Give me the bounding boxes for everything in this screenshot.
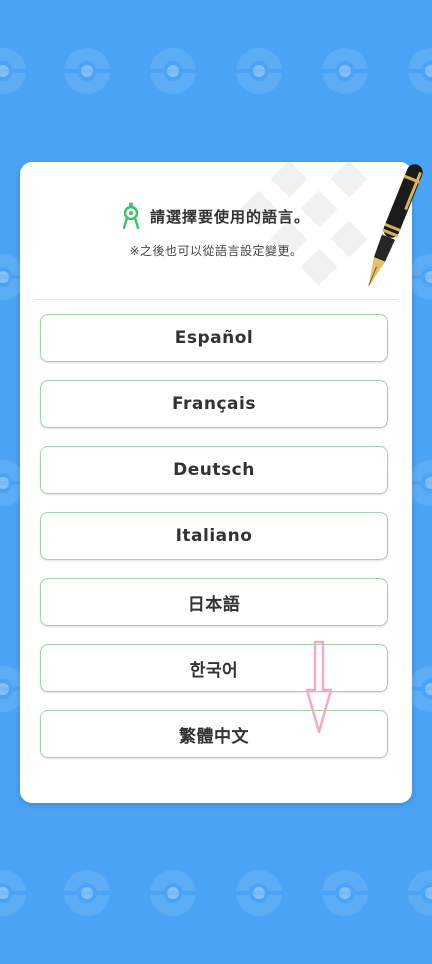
pokeball-pattern-icon: [408, 48, 432, 94]
pokeball-pattern-icon: [322, 48, 368, 94]
pokeball-pattern-icon: [408, 870, 432, 916]
language-button-traditional-chinese[interactable]: 繁體中文: [40, 710, 388, 758]
language-button-french[interactable]: Français: [40, 380, 388, 428]
dialog-subtitle: ※之後也可以從語言設定變更。: [129, 244, 303, 258]
language-button-german[interactable]: Deutsch: [40, 446, 388, 494]
pokeball-pattern-icon: [150, 870, 196, 916]
pokeball-pattern-icon: [236, 48, 282, 94]
compass-icon: [122, 202, 140, 230]
pokeball-pattern-icon: [64, 870, 110, 916]
fountain-pen-icon: [368, 164, 423, 288]
pokeball-pattern-icon: [236, 870, 282, 916]
dialog-header: 請選擇要使用的語言。 ※之後也可以從語言設定變更。: [20, 202, 412, 259]
pokeball-pattern-icon: [64, 48, 110, 94]
language-button-korean[interactable]: 한국어: [40, 644, 388, 692]
language-button-japanese[interactable]: 日本語: [40, 578, 388, 626]
language-list: Español Français Deutsch Italiano 日本語 한국…: [40, 314, 390, 776]
language-dialog: 請選擇要使用的語言。 ※之後也可以從語言設定變更。 Español França…: [20, 162, 412, 803]
pokeball-pattern-icon: [150, 48, 196, 94]
down-arrow-icon: [305, 640, 333, 734]
language-button-italian[interactable]: Italiano: [40, 512, 388, 560]
pokeball-pattern-icon: [322, 870, 368, 916]
header-divider: [34, 299, 398, 300]
pokeball-pattern-icon: [0, 48, 26, 94]
pokeball-pattern-icon: [0, 870, 26, 916]
dialog-title: 請選擇要使用的語言。: [149, 207, 310, 226]
language-button-spanish[interactable]: Español: [40, 314, 388, 362]
